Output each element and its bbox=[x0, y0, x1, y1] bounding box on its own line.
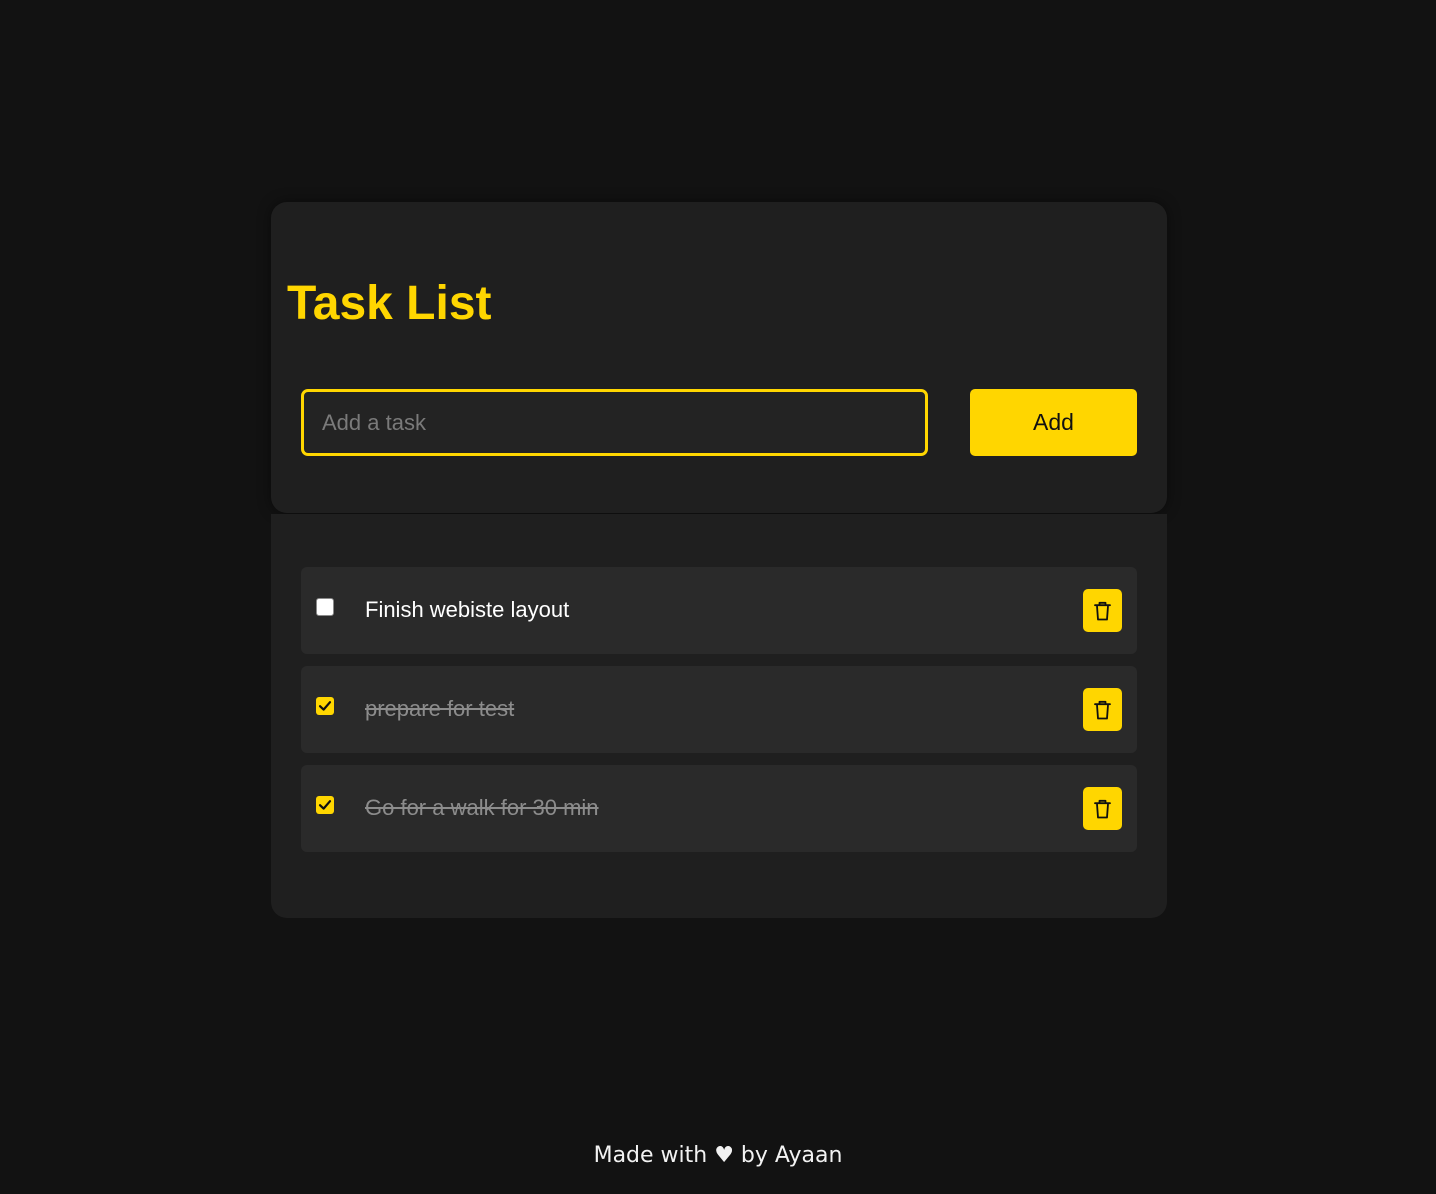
trash-icon bbox=[1094, 601, 1111, 621]
checkmark-icon bbox=[318, 701, 332, 711]
task-list: Finish webiste layout prepare for test G… bbox=[301, 567, 1137, 864]
trash-icon bbox=[1094, 799, 1111, 819]
footer-credit: Made with ♥ by Ayaan bbox=[593, 1143, 843, 1168]
trash-icon bbox=[1094, 700, 1111, 720]
task-checkbox[interactable] bbox=[316, 697, 334, 715]
task-text: Finish webiste layout bbox=[365, 597, 570, 622]
task-item: Go for a walk for 30 min bbox=[301, 765, 1137, 852]
delete-task-button[interactable] bbox=[1083, 787, 1122, 830]
delete-task-button[interactable] bbox=[1083, 589, 1122, 632]
task-form-card: Task List Add bbox=[271, 202, 1167, 513]
task-list-card: Finish webiste layout prepare for test G… bbox=[271, 514, 1167, 918]
task-checkbox[interactable] bbox=[316, 598, 334, 616]
task-text: Go for a walk for 30 min bbox=[365, 795, 599, 820]
task-checkbox[interactable] bbox=[316, 796, 334, 814]
add-task-button[interactable]: Add bbox=[970, 389, 1137, 456]
task-item: Finish webiste layout bbox=[301, 567, 1137, 654]
page: Task List Add Finish webiste layout bbox=[0, 0, 1436, 1194]
task-text: prepare for test bbox=[365, 696, 515, 721]
task-item: prepare for test bbox=[301, 666, 1137, 753]
delete-task-button[interactable] bbox=[1083, 688, 1122, 731]
checkmark-icon bbox=[318, 800, 332, 810]
task-input[interactable] bbox=[301, 389, 928, 456]
page-title: Task List bbox=[287, 277, 492, 330]
